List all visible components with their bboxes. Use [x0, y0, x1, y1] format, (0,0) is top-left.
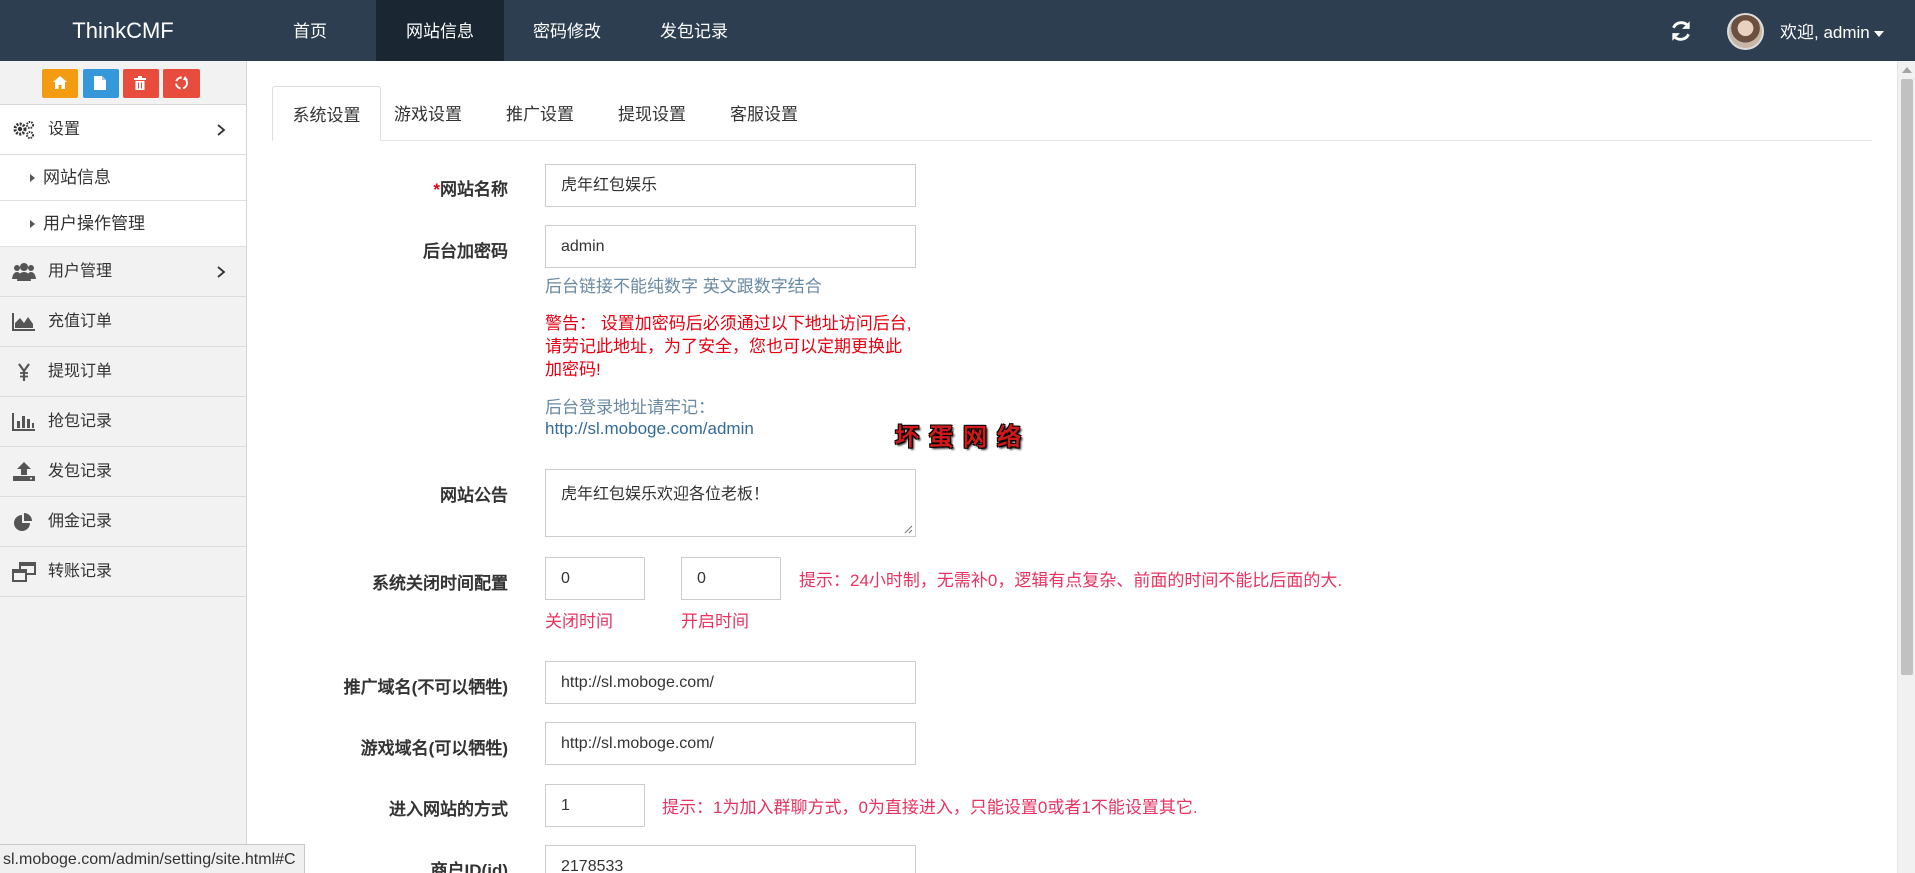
nav-password[interactable]: 密码修改 [524, 0, 610, 61]
notice-text: 虎年红包娱乐欢迎各位老板！ [561, 486, 770, 503]
open-time-caption: 开启时间 [681, 612, 749, 631]
sidebar-item-label: 提现订单 [48, 363, 113, 380]
top-navbar: ThinkCMF 首页 网站信息 密码修改 发包记录 欢迎, admin [0, 0, 1915, 61]
home-shortcut-button[interactable] [42, 69, 78, 98]
close-time-input[interactable]: 0 [545, 557, 645, 600]
tab-promotion[interactable]: 推广设置 [494, 86, 586, 141]
caret-right-icon [30, 220, 35, 228]
chevron-right-icon [217, 266, 226, 278]
bar-chart-icon [12, 413, 35, 431]
close-time-caption: 关闭时间 [545, 612, 613, 631]
sidebar-item-settings[interactable]: 设置 [0, 105, 246, 155]
site-name-label-text: 网站名称 [440, 180, 508, 199]
yen-icon [18, 363, 30, 381]
close-time-tip: 提示：24小时制，无需补0，逻辑有点复杂、前面的时间不能比后面的大. [799, 571, 1343, 590]
sidebar-subitem-label: 用户操作管理 [43, 214, 145, 233]
welcome-text: 欢迎, admin [1780, 23, 1870, 42]
recycle-icon [175, 76, 188, 90]
sidebar-item-recharge-orders[interactable]: 充值订单 [0, 297, 246, 347]
sidebar: 设置 网站信息 用户操作管理 用户管理 充值订单 提现订单 抢包记录 发包记录 … [0, 61, 247, 873]
pie-chart-icon [14, 513, 32, 531]
promo-domain-input[interactable]: http://sl.moboge.com/ [545, 661, 916, 704]
notice-label: 网站公告 [440, 486, 508, 505]
gears-icon [13, 121, 34, 139]
resize-handle-icon[interactable] [903, 524, 913, 534]
game-domain-input[interactable]: http://sl.moboge.com/ [545, 722, 916, 765]
nav-packet-records[interactable]: 发包记录 [650, 0, 738, 61]
page-scrollbar[interactable] [1897, 61, 1915, 873]
sidebar-item-label: 设置 [48, 121, 81, 138]
brand-logo[interactable]: ThinkCMF [0, 0, 246, 61]
shortcut-bar [0, 61, 246, 105]
admin-key-input[interactable]: admin [545, 225, 916, 268]
sidebar-item-users[interactable]: 用户管理 [0, 247, 246, 297]
sidebar-item-label: 用户管理 [48, 263, 113, 280]
sidebar-item-send-records[interactable]: 发包记录 [0, 447, 246, 497]
sidebar-item-label: 转账记录 [48, 563, 113, 580]
merchant-id-input[interactable]: 2178533 [545, 845, 916, 873]
close-time-label: 系统关闭时间配置 [372, 574, 508, 593]
file-icon [94, 76, 106, 90]
trash-icon [134, 76, 146, 90]
tab-game[interactable]: 游戏设置 [382, 86, 474, 141]
sidebar-item-transfer-records[interactable]: 转账记录 [0, 547, 246, 597]
entry-mode-tip: 提示：1为加入群聊方式，0为直接进入，只能设置0或者1不能设置其它. [662, 798, 1198, 817]
sidebar-subitem-label: 网站信息 [43, 168, 111, 187]
promo-domain-label: 推广域名(不可以牺牲) [343, 678, 508, 697]
sidebar-item-withdraw-orders[interactable]: 提现订单 [0, 347, 246, 397]
sidebar-item-label: 充值订单 [48, 313, 113, 330]
avatar[interactable] [1727, 13, 1764, 50]
trash-shortcut-button[interactable] [123, 69, 159, 98]
sidebar-item-label: 抢包记录 [48, 413, 113, 430]
login-url-hint-text: 后台登录地址请牢记： [545, 398, 715, 417]
scroll-up-arrow-icon[interactable] [1902, 67, 1912, 73]
sidebar-item-label: 发包记录 [48, 463, 113, 480]
game-domain-label: 游戏域名(可以牺牲) [360, 739, 508, 758]
file-shortcut-button[interactable] [83, 69, 119, 98]
entry-mode-label: 进入网站的方式 [389, 800, 508, 819]
caret-down-icon [1873, 30, 1884, 37]
login-url-hint: 后台登录地址请牢记： http://sl.moboge.com/admin [545, 397, 754, 439]
sidebar-item-grab-records[interactable]: 抢包记录 [0, 397, 246, 447]
required-mark: * [433, 180, 440, 199]
caret-right-icon [30, 174, 35, 182]
chevron-right-icon [217, 124, 226, 136]
admin-key-help: 后台链接不能纯数字 英文跟数字结合 [545, 277, 822, 296]
admin-key-label: 后台加密码 [423, 242, 508, 261]
status-url-bar: sl.moboge.com/admin/setting/site.html#C [0, 844, 305, 873]
entry-mode-input[interactable]: 1 [545, 784, 645, 827]
sidebar-subitem-user-ops[interactable]: 用户操作管理 [0, 201, 246, 247]
login-url-link[interactable]: http://sl.moboge.com/admin [545, 418, 754, 439]
sidebar-subitem-site-info[interactable]: 网站信息 [0, 155, 246, 201]
watermark-text: 坏蛋网络 [895, 422, 1031, 451]
recycle-shortcut-button[interactable] [163, 69, 200, 98]
tab-customer-service[interactable]: 客服设置 [718, 86, 810, 141]
windows-icon [12, 562, 36, 582]
user-menu[interactable]: 欢迎, admin [1780, 0, 1884, 61]
notice-textarea[interactable]: 虎年红包娱乐欢迎各位老板！ [545, 469, 916, 537]
area-chart-icon [12, 313, 35, 331]
users-icon [12, 263, 36, 281]
admin-key-warning: 警告： 设置加密码后必须通过以下地址访问后台,请劳记此地址，为了安全，您也可以定… [545, 314, 912, 379]
upload-icon [13, 462, 35, 481]
nav-home[interactable]: 首页 [270, 0, 350, 61]
main-content: 系统设置 游戏设置 推广设置 提现设置 客服设置 *网站名称 虎年红包娱乐 后台… [248, 61, 1895, 873]
open-time-input[interactable]: 0 [681, 557, 781, 600]
tab-withdraw[interactable]: 提现设置 [606, 86, 698, 141]
nav-site-info[interactable]: 网站信息 [376, 0, 504, 61]
refresh-icon[interactable] [1668, 18, 1694, 44]
settings-tabs: 系统设置 游戏设置 推广设置 提现设置 客服设置 [272, 86, 1872, 141]
tab-system[interactable]: 系统设置 [272, 86, 381, 141]
site-name-input[interactable]: 虎年红包娱乐 [545, 164, 916, 207]
site-name-label: *网站名称 [248, 175, 508, 200]
scroll-thumb[interactable] [1901, 79, 1913, 675]
sidebar-item-label: 佣金记录 [48, 513, 113, 530]
home-icon [53, 76, 67, 89]
sidebar-item-commission-records[interactable]: 佣金记录 [0, 497, 246, 547]
